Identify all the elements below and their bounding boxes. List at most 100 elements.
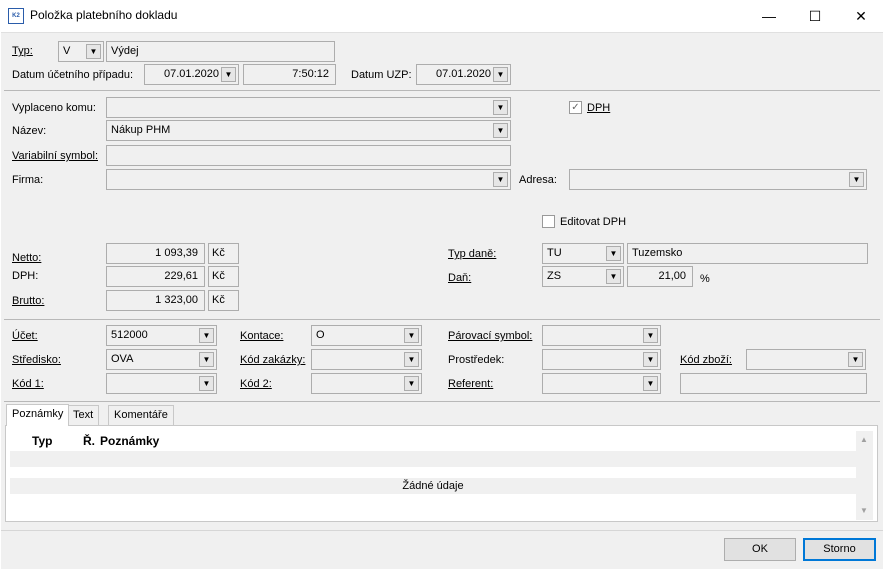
scroll-down-icon[interactable]: ▼ (860, 506, 868, 515)
kontace-value: O (316, 329, 325, 341)
chevron-down-icon[interactable]: ▼ (848, 352, 863, 367)
chevron-down-icon[interactable]: ▼ (606, 269, 621, 284)
prostredek-select[interactable]: ▼ (542, 349, 661, 370)
kod1-label: Kód 1: (12, 377, 44, 391)
chevron-down-icon[interactable]: ▼ (493, 67, 508, 82)
uzp-date-picker[interactable]: 07.01.2020 ▼ (416, 64, 511, 85)
tab-poznamky[interactable]: Poznámky (6, 404, 70, 426)
dan-label-text: Daň: (448, 272, 472, 284)
column-header-rank[interactable]: Ř. (83, 434, 95, 448)
editovat-dph-checkbox[interactable] (542, 215, 555, 228)
kod1-label-text: Kód 1: (12, 378, 44, 390)
nazev-label: Název: (12, 125, 47, 137)
dph-checkbox[interactable]: ✓ (569, 101, 582, 114)
stredisko-label-text: Středisko: (12, 354, 61, 366)
cancel-button[interactable]: Storno (803, 538, 876, 561)
separator (4, 319, 880, 320)
chevron-down-icon[interactable]: ▼ (199, 352, 214, 367)
typ-dane-code: TU (547, 247, 562, 259)
varsym-input[interactable] (106, 145, 511, 166)
tab-komentare[interactable]: Komentáře (108, 405, 174, 425)
referent-label: Referent: (448, 377, 493, 391)
maximize-button[interactable]: ☐ (792, 0, 838, 32)
chevron-down-icon[interactable]: ▼ (199, 376, 214, 391)
separator (4, 90, 880, 91)
firma-select[interactable]: ▼ (106, 169, 511, 190)
ucet-label: Účet: (12, 329, 38, 343)
netto-label: Netto: (12, 251, 41, 265)
typ-dane-name-field: Tuzemsko (627, 243, 868, 264)
chevron-down-icon[interactable]: ▼ (493, 100, 508, 115)
grid-blank-row (10, 451, 856, 467)
adresa-select[interactable]: ▼ (569, 169, 867, 190)
chevron-down-icon[interactable]: ▼ (849, 172, 864, 187)
zakazka-label: Kód zakázky: (240, 353, 305, 367)
chevron-down-icon[interactable]: ▼ (404, 352, 419, 367)
title-bar: K2 Položka platebního dokladu — ☐ ✕ (0, 0, 884, 32)
vyplaceno-label: Vyplaceno komu: (12, 102, 96, 114)
chevron-down-icon[interactable]: ▼ (86, 44, 101, 59)
column-header-typ[interactable]: Typ (32, 434, 52, 448)
dph-checkbox-text: DPH (587, 102, 611, 114)
kontace-label: Kontace: (240, 329, 283, 343)
column-header-poznamky[interactable]: Poznámky (100, 434, 159, 448)
kod2-select[interactable]: ▼ (311, 373, 422, 394)
brutto-currency: Kč (208, 290, 239, 311)
extra-field[interactable] (680, 373, 867, 394)
dph-checkbox-label: DPH (587, 101, 610, 115)
nazev-select[interactable]: Nákup PHM ▼ (106, 120, 511, 141)
dph-value: 229,61 (164, 270, 198, 282)
close-button[interactable]: ✕ (838, 0, 884, 32)
ucet-select[interactable]: 512000 ▼ (106, 325, 217, 346)
vertical-scrollbar[interactable]: ▲ ▼ (856, 431, 873, 520)
typ-name-value: Výdej (111, 45, 139, 57)
window-title: Položka platebního dokladu (30, 8, 178, 22)
chevron-down-icon[interactable]: ▼ (643, 328, 658, 343)
referent-select[interactable]: ▼ (542, 373, 661, 394)
separator (1, 530, 883, 531)
parovaci-label: Párovací symbol: (448, 329, 532, 343)
adresa-label: Adresa: (519, 174, 557, 186)
editovat-dph-label: Editovat DPH (560, 216, 627, 228)
chevron-down-icon[interactable]: ▼ (199, 328, 214, 343)
chevron-down-icon[interactable]: ▼ (404, 376, 419, 391)
stredisko-value: OVA (111, 353, 134, 365)
vyplaceno-select[interactable]: ▼ (106, 97, 511, 118)
kod1-select[interactable]: ▼ (106, 373, 217, 394)
time-field[interactable]: 7:50:12 (243, 64, 336, 85)
typ-dane-label: Typ daně: (448, 247, 496, 261)
ucet-label-text: Účet: (12, 330, 38, 342)
stredisko-select[interactable]: OVA ▼ (106, 349, 217, 370)
zakazka-label-text: Kód zakázky: (240, 354, 306, 366)
varsym-label-text: Variabilní symbol: (12, 150, 98, 162)
notes-grid[interactable]: Typ Ř. Poznámky Žádné údaje (10, 431, 856, 520)
minimize-button[interactable]: — (746, 0, 792, 32)
dan-select[interactable]: ZS ▼ (542, 266, 624, 287)
tab-text[interactable]: Text (67, 405, 100, 425)
netto-label-text: Netto: (12, 252, 42, 264)
zbozi-label: Kód zboží: (680, 353, 732, 367)
typ-name-field: Výdej (106, 41, 335, 62)
chevron-down-icon[interactable]: ▼ (643, 376, 658, 391)
kontace-select[interactable]: O ▼ (311, 325, 422, 346)
typ-code-select[interactable]: V ▼ (58, 41, 104, 62)
chevron-down-icon[interactable]: ▼ (493, 172, 508, 187)
scroll-up-icon[interactable]: ▲ (860, 435, 868, 444)
chevron-down-icon[interactable]: ▼ (606, 246, 621, 261)
chevron-down-icon[interactable]: ▼ (643, 352, 658, 367)
datum-date-picker[interactable]: 07.01.2020 ▼ (144, 64, 239, 85)
zakazka-select[interactable]: ▼ (311, 349, 422, 370)
chevron-down-icon[interactable]: ▼ (493, 123, 508, 138)
parovaci-select[interactable]: ▼ (542, 325, 661, 346)
prostredek-label: Prostředek: (448, 354, 505, 366)
grid-header: Typ Ř. Poznámky (10, 431, 856, 451)
varsym-label: Variabilní symbol: (12, 149, 98, 163)
firma-label: Firma: (12, 174, 44, 186)
chevron-down-icon[interactable]: ▼ (221, 67, 236, 82)
zbozi-select[interactable]: ▼ (746, 349, 866, 370)
ok-button[interactable]: OK (724, 538, 796, 561)
kod2-label-text: Kód 2: (240, 378, 272, 390)
chevron-down-icon[interactable]: ▼ (404, 328, 419, 343)
typ-label-text: Typ: (12, 45, 33, 57)
typ-dane-select[interactable]: TU ▼ (542, 243, 624, 264)
